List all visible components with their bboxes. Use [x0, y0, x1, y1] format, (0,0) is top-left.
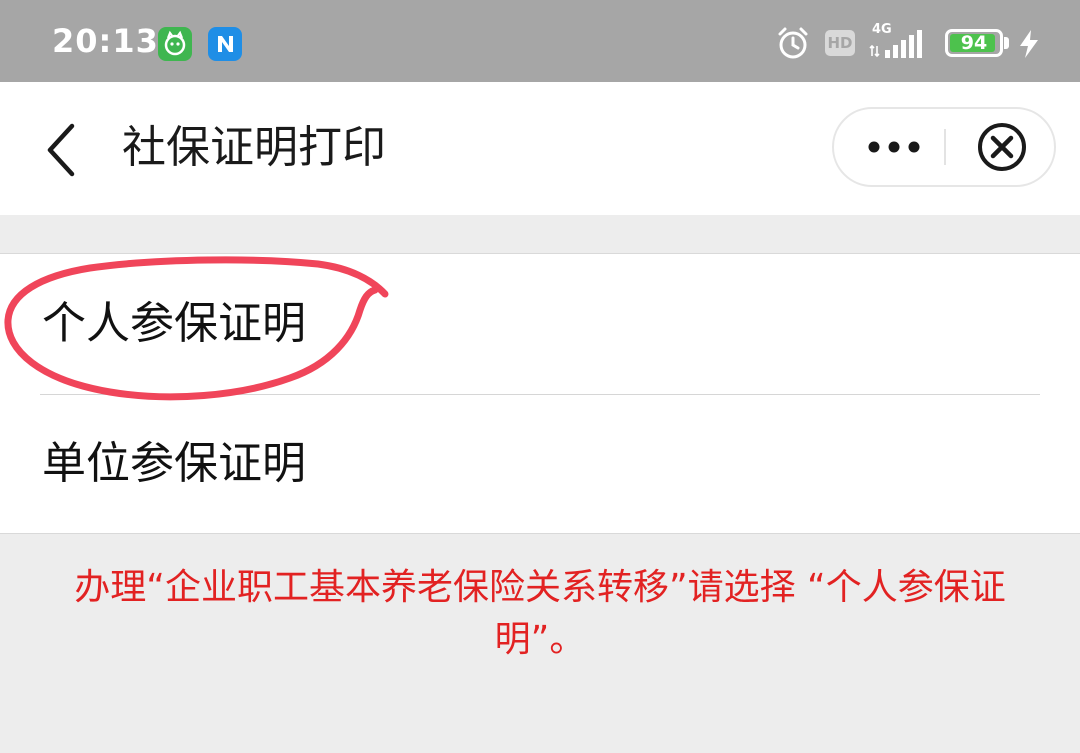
battery-level: 94 [960, 32, 988, 54]
n-app-icon [208, 27, 242, 61]
alarm-icon [778, 27, 808, 59]
notice-text: 办理“企业职工基本养老保险关系转移”请选择 “个人参保证明”。 [74, 567, 1006, 660]
back-button[interactable] [30, 112, 90, 182]
signal-icon [869, 30, 922, 58]
charging-icon [1020, 30, 1038, 58]
certificate-type-list: 个人参保证明 单位参保证明 [0, 253, 1080, 534]
battery-icon: 94 [945, 29, 1003, 57]
mini-program-capsule [832, 107, 1056, 187]
list-item-company-insurance-certificate[interactable]: 单位参保证明 [0, 394, 1080, 534]
list-item-personal-insurance-certificate[interactable]: 个人参保证明 [0, 254, 1080, 394]
more-button[interactable] [854, 119, 940, 175]
more-dots-icon [868, 141, 920, 153]
list-item-label: 个人参保证明 [42, 298, 306, 349]
hd-badge: HD [825, 30, 855, 56]
nav-bar: 社保证明打印 [0, 82, 1080, 215]
capsule-divider [944, 129, 946, 165]
close-circle-icon [978, 123, 1026, 171]
page-title: 社保证明打印 [122, 122, 386, 173]
chevron-left-icon [47, 123, 75, 177]
status-time: 20:13 [52, 22, 159, 60]
wechat-cat-app-icon [158, 27, 192, 61]
battery-tip [1004, 37, 1009, 49]
close-button[interactable] [964, 117, 1028, 177]
list-item-label: 单位参保证明 [42, 438, 306, 489]
status-bar: 20:13 HD 4G 94 [0, 0, 1080, 82]
